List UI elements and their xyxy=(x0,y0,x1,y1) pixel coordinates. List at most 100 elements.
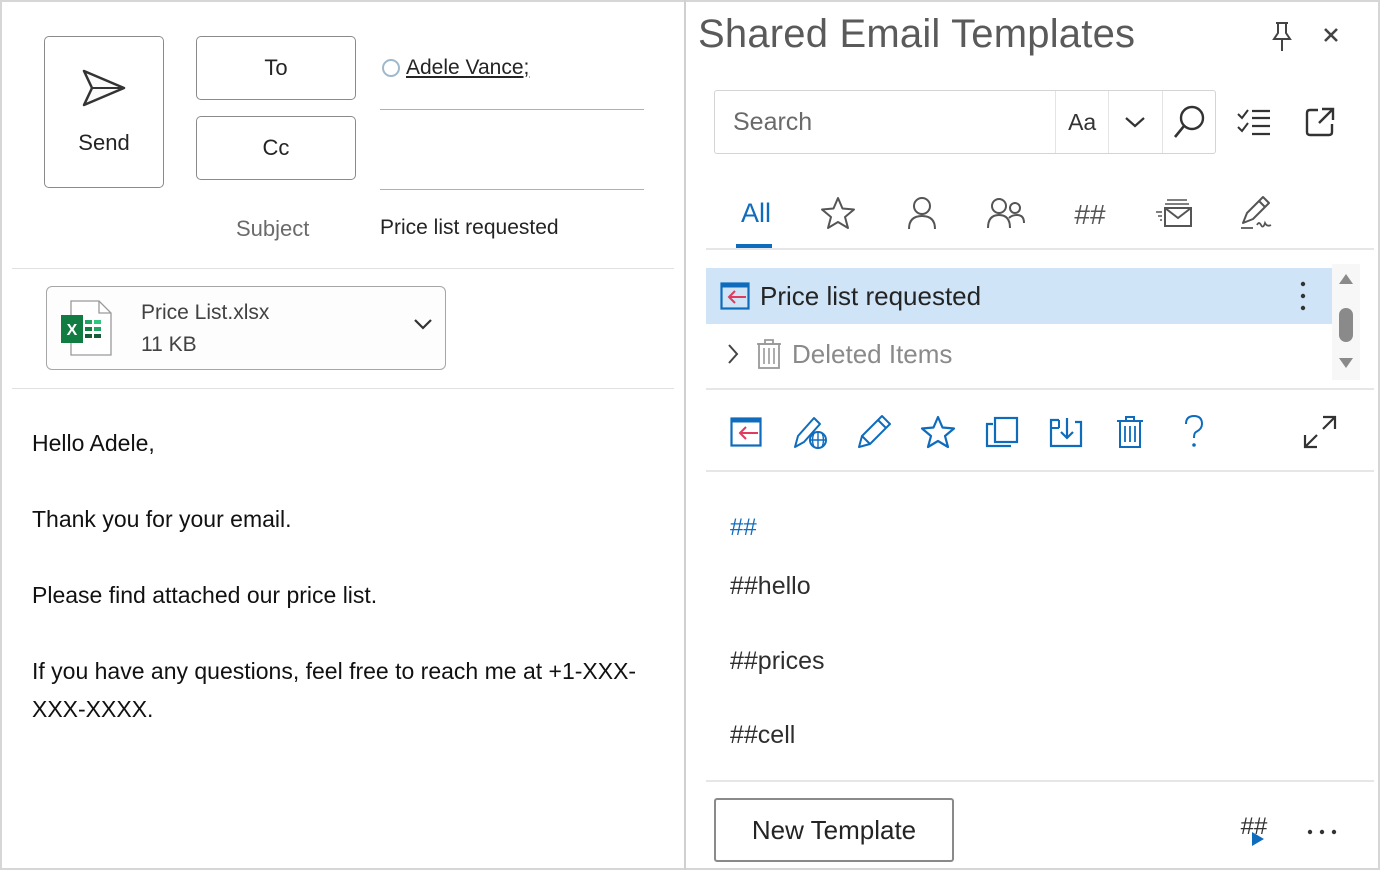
help-icon xyxy=(1185,414,1204,447)
macros-header: ## xyxy=(730,514,757,541)
to-field-underline xyxy=(380,109,644,110)
insert-template-icon xyxy=(730,417,762,447)
to-button[interactable]: To xyxy=(196,36,356,100)
body-paragraph: If you have any questions, feel free to … xyxy=(32,658,637,722)
chevron-down-icon xyxy=(1125,117,1146,128)
tab-mail-templates[interactable] xyxy=(1144,178,1204,248)
svg-text:X: X xyxy=(67,322,78,339)
divider xyxy=(12,268,674,269)
match-case-toggle[interactable]: Aa xyxy=(1055,91,1108,153)
attachment-size: 11 KB xyxy=(141,333,197,356)
divider xyxy=(12,388,674,389)
send-icon xyxy=(82,69,126,107)
subject-label: Subject xyxy=(236,216,310,241)
search-button[interactable] xyxy=(1161,91,1215,153)
compose-pane: Send To Cc Adele Vance; Subject Price li… xyxy=(2,2,684,868)
body-paragraph: Please find attached our price list. xyxy=(32,582,378,608)
expand-button[interactable] xyxy=(1300,412,1340,452)
active-tab-indicator xyxy=(736,244,772,248)
move-icon xyxy=(1049,418,1083,448)
delete-button[interactable] xyxy=(1110,412,1150,452)
favorite-button[interactable] xyxy=(918,412,958,452)
tab-all[interactable]: All xyxy=(726,178,786,248)
template-name: Price list requested xyxy=(760,280,982,311)
cc-button[interactable]: Cc xyxy=(196,116,356,180)
tab-shared-templates[interactable] xyxy=(976,178,1036,248)
tab-my-templates[interactable] xyxy=(892,178,952,248)
tree-scrollbar[interactable] xyxy=(1332,264,1360,380)
svg-text:##: ## xyxy=(1074,199,1106,228)
to-label: To xyxy=(264,55,288,80)
divider xyxy=(706,470,1374,472)
people-icon xyxy=(987,198,1025,229)
cc-label: Cc xyxy=(262,135,290,160)
tab-all-label: All xyxy=(740,197,771,228)
edit-button[interactable] xyxy=(854,412,894,452)
divider xyxy=(706,388,1374,390)
search-icon xyxy=(1173,105,1205,138)
mail-stack-icon xyxy=(1156,199,1192,227)
to-recipient[interactable]: Adele Vance; xyxy=(382,56,529,80)
divider xyxy=(706,780,1374,782)
insert-template-icon xyxy=(720,282,750,310)
subject-field[interactable]: Price list requested xyxy=(380,216,559,240)
category-tabs: All ## xyxy=(706,178,1374,250)
move-button[interactable] xyxy=(1046,412,1086,452)
scroll-down-arrow xyxy=(1339,358,1353,368)
body-paragraph: Thank you for your email. xyxy=(32,506,292,532)
chevron-right-icon[interactable] xyxy=(726,343,740,365)
open-external-icon[interactable] xyxy=(1300,102,1340,142)
send-label: Send xyxy=(78,130,130,155)
tree-item-template[interactable]: Price list requested xyxy=(706,268,1332,324)
message-body[interactable]: Hello Adele, Thank you for your email. P… xyxy=(32,424,652,728)
edit-icon xyxy=(858,415,891,448)
edit-online-button[interactable] xyxy=(790,412,830,452)
body-paragraph: Hello Adele, xyxy=(32,430,155,456)
trash-icon xyxy=(756,338,782,370)
delete-icon xyxy=(1117,416,1143,448)
pin-icon[interactable] xyxy=(1268,20,1296,54)
star-icon xyxy=(821,197,855,229)
attachment-card[interactable]: X Price List.xlsx 11 KB xyxy=(46,286,446,370)
favorite-icon xyxy=(920,415,956,449)
excel-file-icon: X xyxy=(59,299,117,362)
search-box: Aa xyxy=(714,90,1216,154)
tree-item-folder[interactable]: Deleted Items xyxy=(706,326,1332,382)
new-template-button[interactable]: New Template xyxy=(714,798,954,862)
help-button[interactable] xyxy=(1174,412,1214,452)
search-input[interactable] xyxy=(715,91,1055,153)
macro-item[interactable]: ##hello xyxy=(730,572,811,601)
checklist-icon[interactable] xyxy=(1234,102,1274,142)
tab-macros[interactable]: ## xyxy=(1060,178,1120,248)
attachment-name: Price List.xlsx xyxy=(141,301,270,324)
macros-icon: ## xyxy=(1074,199,1106,228)
tab-signatures[interactable] xyxy=(1228,178,1288,248)
run-macro-icon: ## xyxy=(1241,813,1268,846)
insert-template-button[interactable] xyxy=(726,412,766,452)
folder-name: Deleted Items xyxy=(792,338,953,369)
person-icon xyxy=(908,197,936,230)
copy-icon xyxy=(985,416,1019,448)
tab-favorites[interactable] xyxy=(808,178,868,248)
send-button[interactable]: Send xyxy=(44,36,164,188)
cc-field-underline xyxy=(380,189,644,190)
templates-panel: Shared Email Templates Aa All # xyxy=(686,2,1378,868)
presence-icon xyxy=(382,59,400,77)
signature-icon xyxy=(1241,196,1272,229)
edit-online-icon xyxy=(794,417,827,449)
more-options-icon[interactable] xyxy=(1300,280,1306,317)
search-options-dropdown[interactable] xyxy=(1108,91,1161,153)
cc-field[interactable] xyxy=(380,122,644,182)
scroll-thumb xyxy=(1339,308,1353,342)
expand-icon xyxy=(1303,415,1337,449)
more-icon[interactable] xyxy=(1302,814,1342,850)
panel-title: Shared Email Templates xyxy=(698,12,1136,56)
run-macro-button[interactable]: ## xyxy=(1236,810,1276,850)
macro-item[interactable]: ##cell xyxy=(730,721,795,750)
close-icon[interactable] xyxy=(1316,20,1346,50)
macro-item[interactable]: ##prices xyxy=(730,647,825,676)
chevron-down-icon[interactable] xyxy=(413,317,433,336)
recipient-name[interactable]: Adele Vance; xyxy=(406,56,529,80)
scroll-up-arrow xyxy=(1339,274,1353,284)
copy-button[interactable] xyxy=(982,412,1022,452)
